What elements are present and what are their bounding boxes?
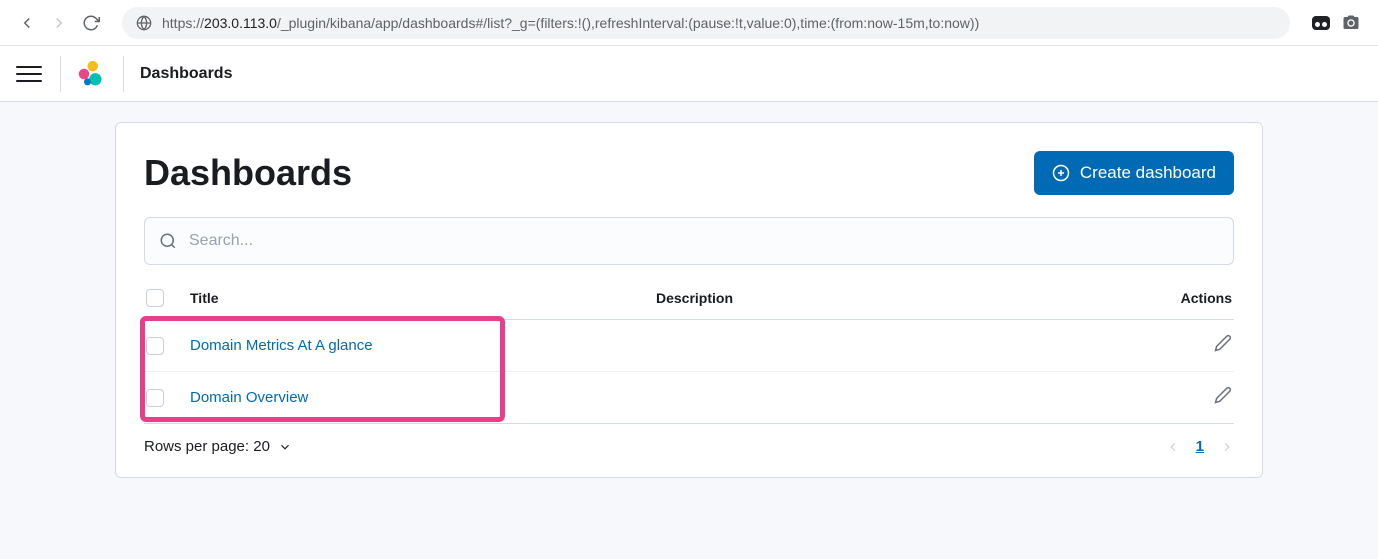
page-title: Dashboards [144,152,352,194]
next-page-button[interactable] [1220,440,1234,454]
browser-toolbar: https://203.0.113.0/_plugin/kibana/app/d… [0,0,1378,46]
pencil-icon[interactable] [1214,334,1232,352]
extension-icon[interactable] [1312,16,1330,30]
pencil-icon[interactable] [1214,386,1232,404]
table-footer: Rows per page: 20 1 [144,424,1234,455]
column-actions: Actions [1152,290,1232,306]
rows-per-page-select[interactable]: Rows per page: 20 [144,438,292,455]
dashboards-panel: Dashboards Create dashboard Title Descri… [115,122,1263,478]
app-header: Dashboards [0,46,1378,102]
column-title[interactable]: Title [190,290,656,306]
search-input[interactable] [189,232,1219,250]
back-button[interactable] [18,14,36,32]
create-button-label: Create dashboard [1080,163,1216,183]
chevron-down-icon [278,440,292,454]
forward-button[interactable] [50,14,68,32]
prev-page-button[interactable] [1166,440,1180,454]
dashboard-link[interactable]: Domain Metrics At A glance [190,337,373,354]
search-icon [159,232,177,250]
column-description[interactable]: Description [656,290,1152,306]
table-row: Domain Overview [144,372,1234,424]
url-text: https://203.0.113.0/_plugin/kibana/app/d… [162,15,979,31]
rows-per-page-label: Rows per page: 20 [144,438,270,455]
reload-button[interactable] [82,14,100,32]
url-bar[interactable]: https://203.0.113.0/_plugin/kibana/app/d… [122,7,1290,39]
table-header: Title Description Actions [144,289,1234,320]
pagination: 1 [1166,438,1234,455]
table-row: Domain Metrics At A glance [144,320,1234,372]
row-checkbox[interactable] [146,389,164,407]
breadcrumb[interactable]: Dashboards [140,65,232,83]
divider [123,56,124,92]
kibana-logo-icon[interactable] [77,60,105,88]
camera-icon[interactable] [1342,14,1360,32]
dashboard-link[interactable]: Domain Overview [190,389,308,406]
create-dashboard-button[interactable]: Create dashboard [1034,151,1234,195]
select-all-checkbox[interactable] [146,289,164,307]
globe-icon [136,15,152,31]
divider [60,56,61,92]
row-checkbox[interactable] [146,337,164,355]
search-box[interactable] [144,217,1234,265]
page-number[interactable]: 1 [1196,438,1204,455]
plus-circle-icon [1052,164,1070,182]
menu-toggle-button[interactable] [16,61,42,87]
